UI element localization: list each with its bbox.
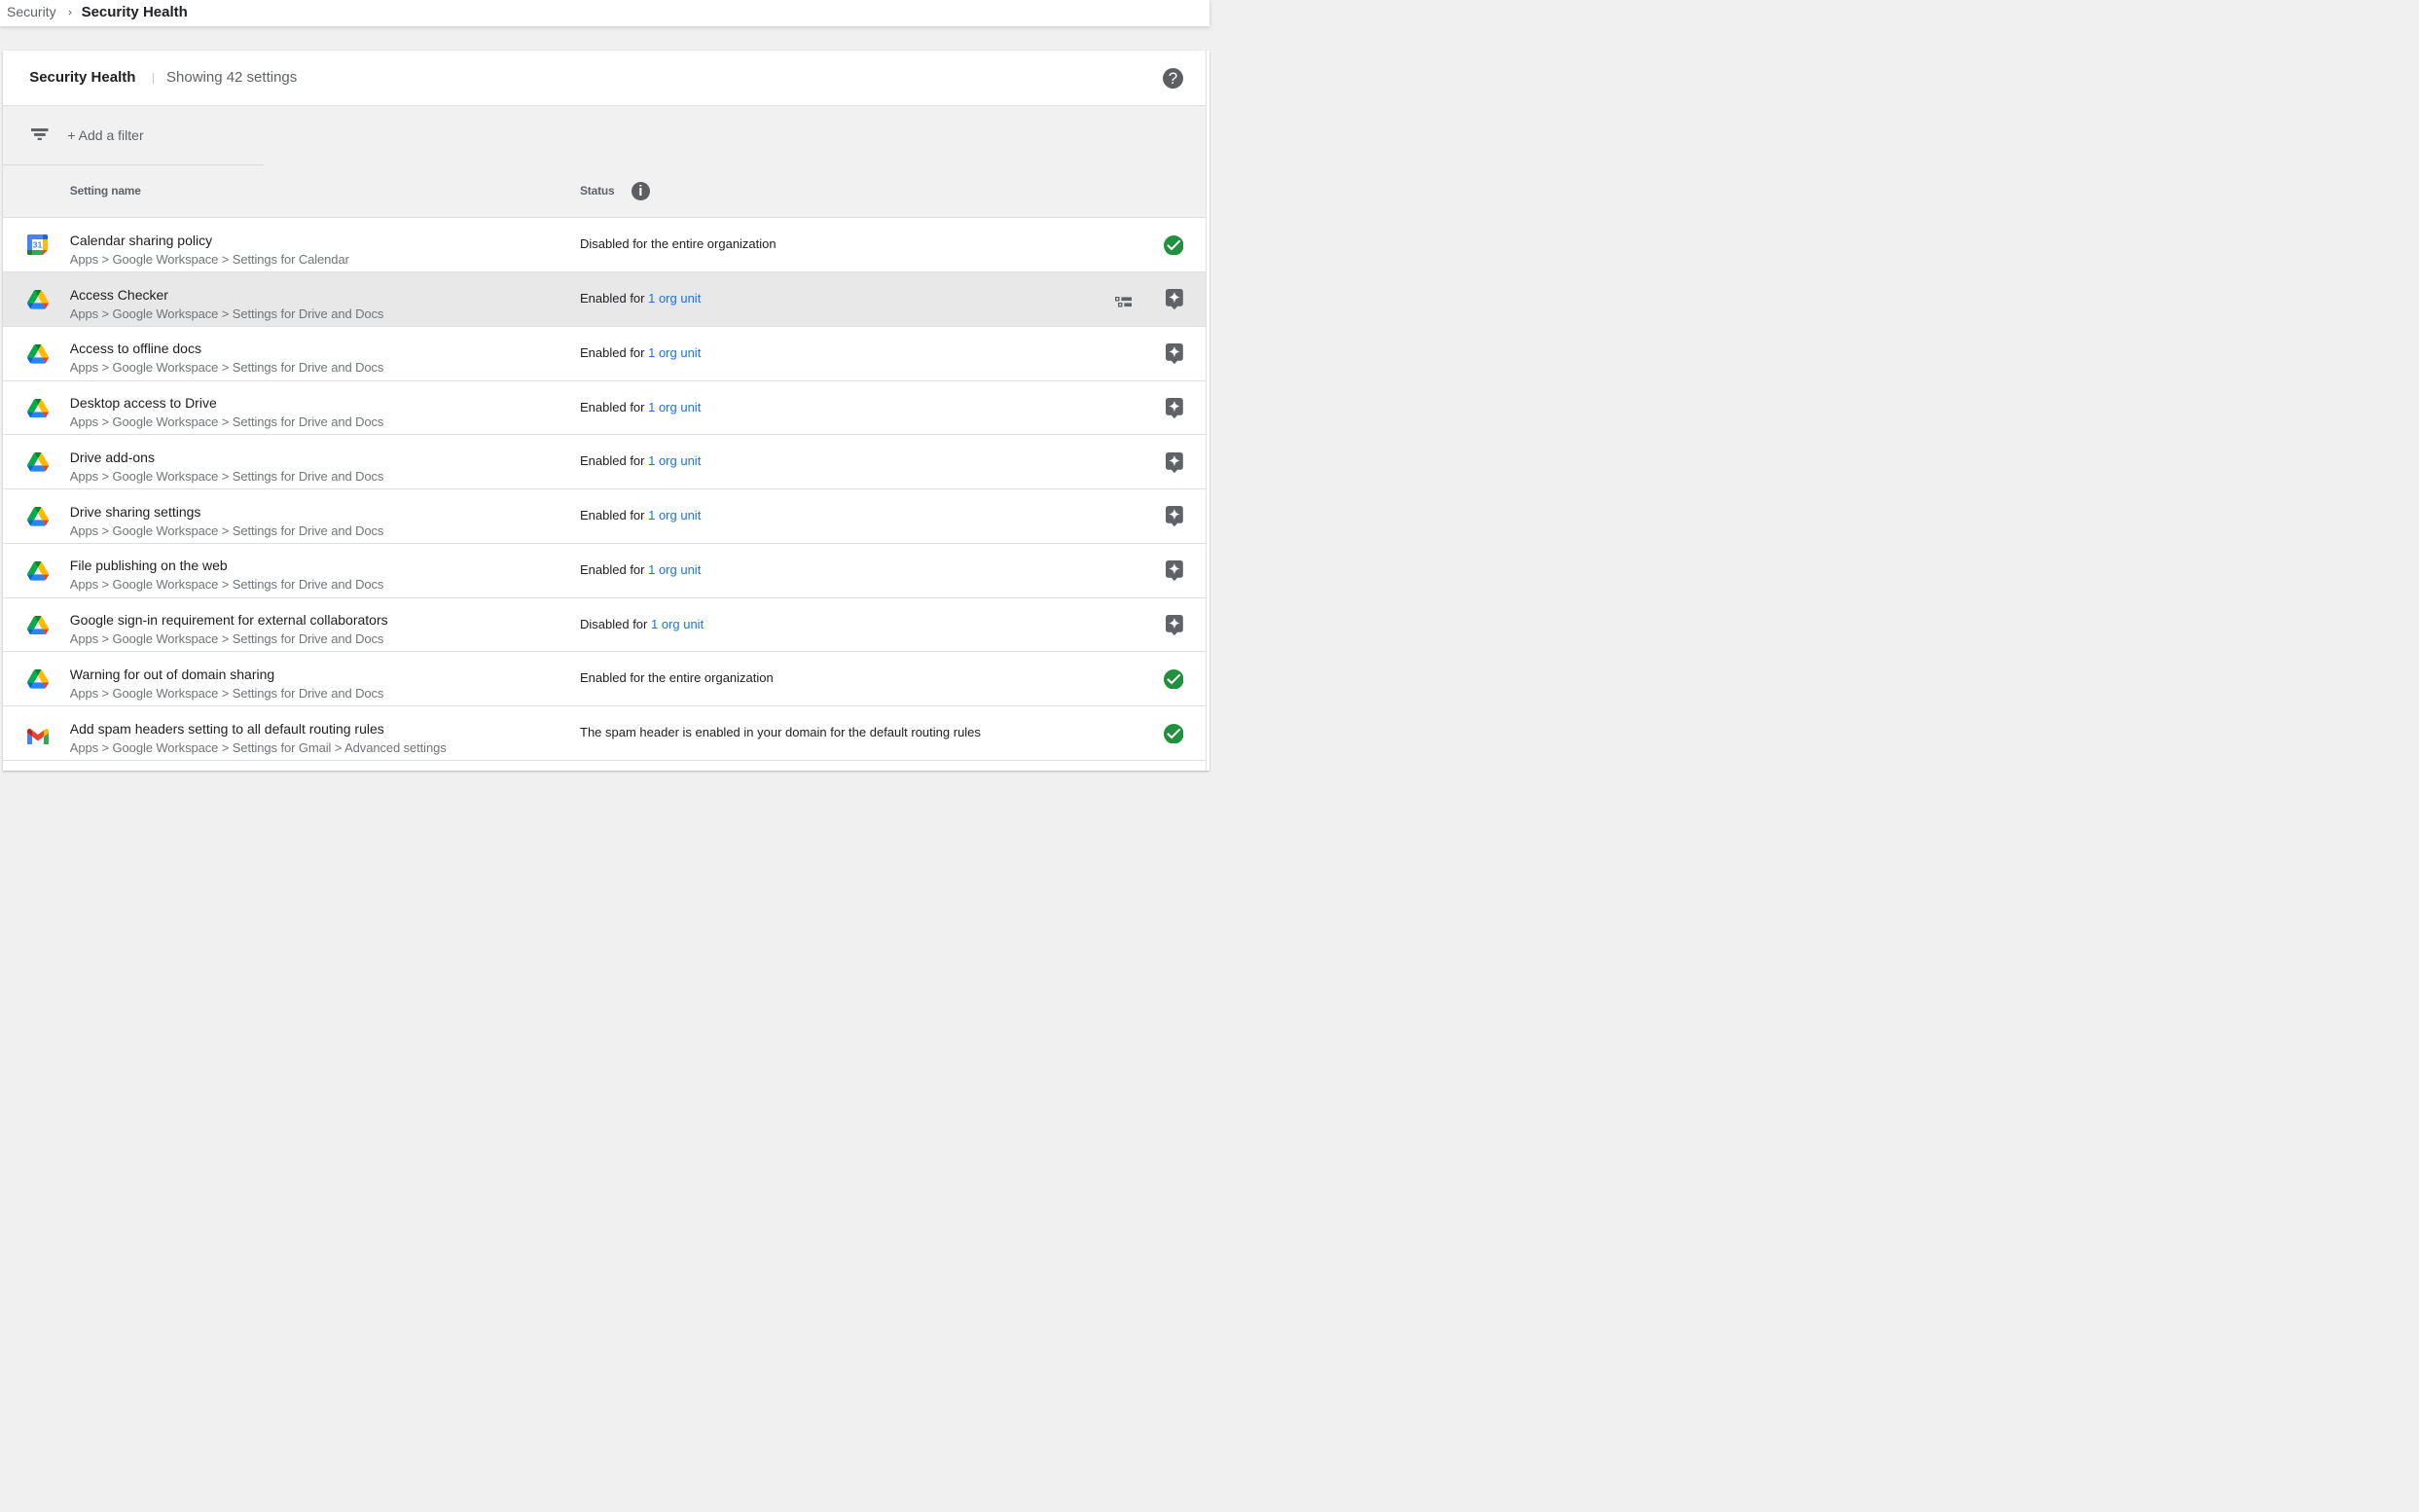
svg-text:31: 31 [33, 239, 43, 249]
